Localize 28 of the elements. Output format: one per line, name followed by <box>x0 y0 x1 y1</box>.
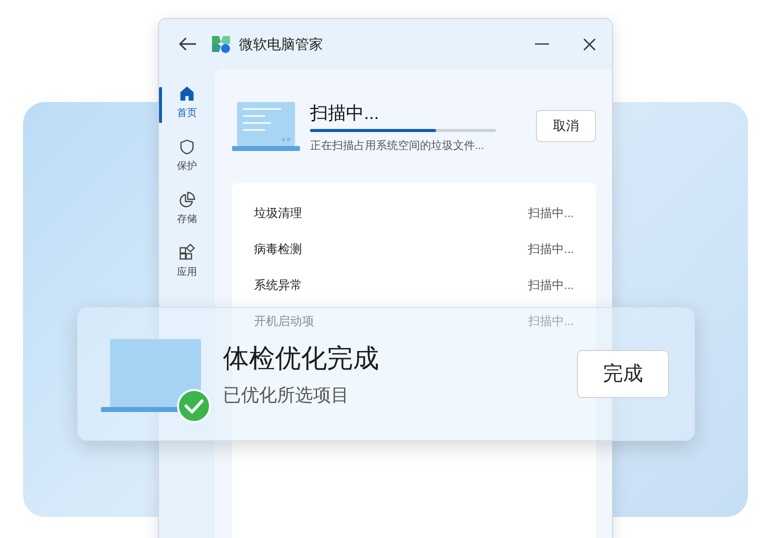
pie-chart-icon <box>178 191 196 209</box>
cancel-button[interactable]: 取消 <box>536 110 596 142</box>
laptop-drawing <box>232 102 300 152</box>
scan-item-name: 系统异常 <box>254 276 302 294</box>
minimize-icon[interactable] <box>535 43 549 45</box>
sidebar-item[interactable]: 应用 <box>159 244 215 280</box>
notification-title: 体检优化完成 <box>223 342 379 374</box>
scan-item-status: 扫描中... <box>528 276 574 294</box>
apps-icon <box>178 244 196 262</box>
app-logo-icon <box>211 34 231 54</box>
scan-item-status: 扫描中... <box>528 312 574 330</box>
close-icon[interactable] <box>583 38 596 50</box>
scan-title: 扫描中... <box>310 102 380 125</box>
sidebar-item[interactable]: 首页 <box>159 85 215 121</box>
home-icon <box>178 85 196 103</box>
back-arrow-icon[interactable] <box>179 37 197 51</box>
scan-item-name: 开机启动项 <box>254 312 314 330</box>
window-title: 微软电脑管家 <box>239 34 323 54</box>
scan-item-name: 病毒检测 <box>254 240 302 258</box>
shield-icon <box>178 138 196 156</box>
scan-item-status: 扫描中... <box>528 240 574 258</box>
scan-item-name: 垃圾清理 <box>254 204 302 222</box>
notification-subtitle: 已优化所选项目 <box>223 384 350 406</box>
scan-status: 正在扫描占用系统空间的垃圾文件... <box>310 138 486 154</box>
done-button[interactable]: 完成 <box>577 350 669 398</box>
sidebar-item[interactable]: 保护 <box>159 138 215 174</box>
sidebar-item[interactable]: 存储 <box>159 191 215 227</box>
scan-item-status: 扫描中... <box>528 204 574 222</box>
